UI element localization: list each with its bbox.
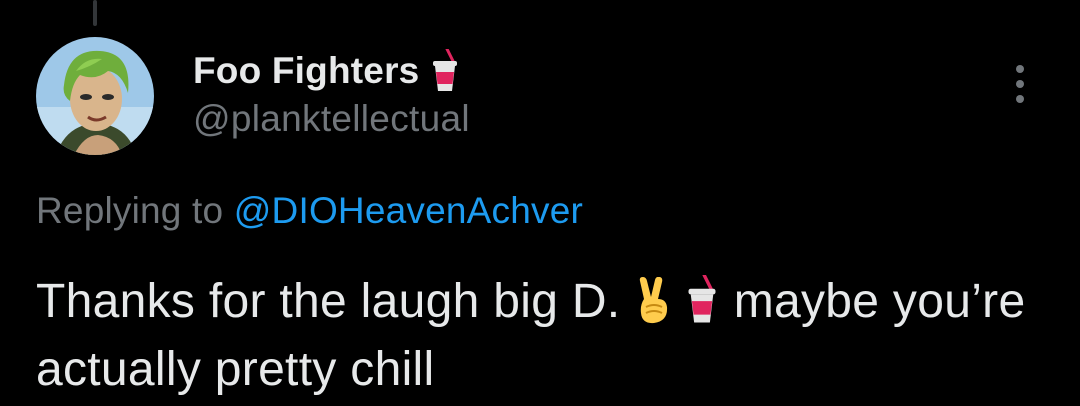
more-vertical-icon <box>1016 65 1024 73</box>
cup-with-straw-icon <box>688 275 716 323</box>
reply-mention-link[interactable]: @DIOHeavenAchver <box>234 190 583 231</box>
replying-to-line: Replying to @DIOHeavenAchver <box>36 190 583 232</box>
victory-hand-icon <box>639 277 668 324</box>
more-options-button[interactable] <box>1004 60 1036 108</box>
user-handle[interactable]: @planktellectual <box>193 98 470 140</box>
thread-connector-line <box>93 0 97 26</box>
tweet-text-part1: Thanks for the laugh big D. <box>36 275 635 328</box>
cup-with-straw-icon <box>433 49 458 91</box>
more-vertical-icon-dot <box>1016 95 1024 103</box>
display-name[interactable]: Foo Fighters <box>193 50 419 92</box>
more-vertical-icon-dot <box>1016 80 1024 88</box>
replying-to-label: Replying to <box>36 190 234 231</box>
tweet-text: Thanks for the laugh big D. maybe you’re… <box>36 268 1046 404</box>
avatar[interactable] <box>36 37 154 155</box>
display-name-row[interactable]: Foo Fighters <box>193 46 461 96</box>
